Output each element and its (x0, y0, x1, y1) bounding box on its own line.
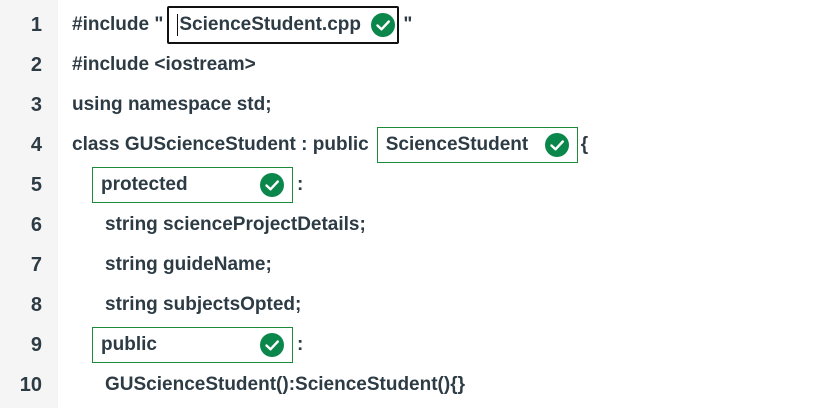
code-line-10: 10 GUScienceStudent():ScienceStudent(){} (0, 365, 831, 405)
line-number: 10 (19, 373, 42, 396)
code-prefix: #include " (72, 14, 164, 35)
blank-input-1[interactable]: ScienceStudent.cpp (167, 6, 400, 44)
code-text: protected : (92, 167, 303, 203)
blank-value: ScienceStudent.cpp (179, 14, 361, 35)
blank-value: ScienceStudent (385, 134, 529, 155)
code-line-7: 7 string guideName; (0, 245, 831, 285)
code-line-4: 4 class GUScienceStudent : public Scienc… (0, 125, 831, 165)
code-fill-in-editor: 1 #include " ScienceStudent.cpp " 2 #inc… (0, 0, 831, 408)
code-line-1: 1 #include " ScienceStudent.cpp " (0, 5, 831, 45)
code-line-2: 2 #include <iostream> (0, 45, 831, 85)
code-suffix: { (580, 134, 589, 155)
code-text: class GUScienceStudent : public ScienceS… (72, 127, 588, 163)
line-number: 9 (30, 333, 42, 356)
code-suffix: : (297, 334, 304, 355)
code-text: string subjectsOpted; (105, 294, 302, 315)
check-circle-icon (260, 173, 284, 197)
blank-input-3[interactable]: protected (92, 167, 293, 203)
line-number: 6 (30, 213, 42, 236)
code-text: #include " ScienceStudent.cpp " (72, 6, 412, 44)
line-number: 8 (30, 293, 42, 316)
line-number: 3 (30, 93, 42, 116)
blank-value: public (101, 334, 157, 355)
code-text: string scienceProjectDetails; (105, 214, 366, 235)
check-circle-icon (544, 133, 569, 157)
line-number: 5 (30, 173, 42, 196)
blank-input-4[interactable]: public (92, 327, 293, 363)
check-circle-icon (260, 333, 284, 357)
code-text: string guideName; (105, 254, 272, 275)
code-text: public : (92, 327, 303, 363)
code-line-8: 8 string subjectsOpted; (0, 285, 831, 325)
blank-value: protected (101, 174, 188, 195)
line-number: 2 (30, 53, 42, 76)
blank-input-2[interactable]: ScienceStudent (376, 127, 578, 163)
code-text: using namespace std; (72, 94, 272, 115)
code-suffix: : (297, 174, 304, 195)
code-suffix: " (403, 14, 413, 35)
check-circle-icon (370, 13, 395, 37)
code-line-5: 5 protected : (0, 165, 831, 205)
code-text: #include <iostream> (72, 54, 256, 75)
line-number: 1 (30, 13, 42, 36)
code-line-3: 3 using namespace std; (0, 85, 831, 125)
code-line-9: 9 public : (0, 325, 831, 365)
code-line-6: 6 string scienceProjectDetails; (0, 205, 831, 245)
line-number: 7 (30, 253, 42, 276)
line-number: 4 (30, 133, 42, 156)
code-text: GUScienceStudent():ScienceStudent(){} (105, 374, 465, 395)
code-prefix: class GUScienceStudent : public (72, 134, 369, 155)
